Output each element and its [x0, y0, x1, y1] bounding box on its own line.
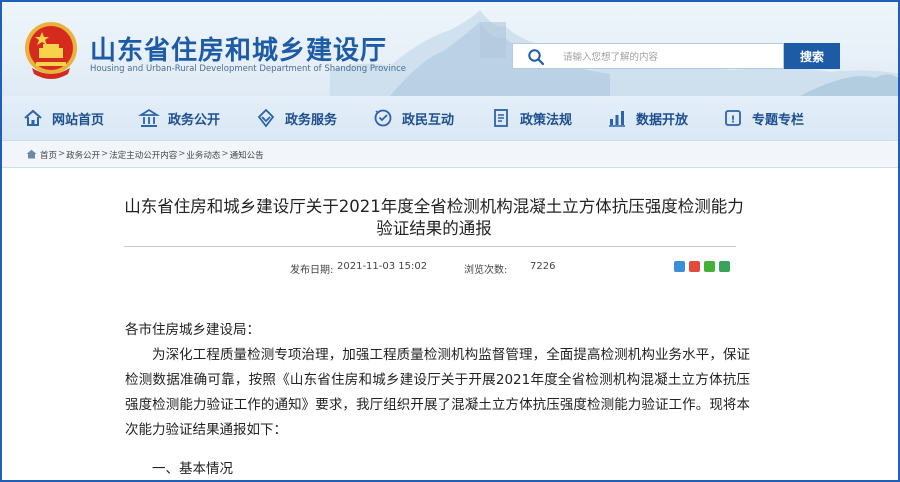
nav-label: 政民互动: [402, 112, 455, 128]
section-heading: 一、基本情况: [152, 461, 233, 477]
share-buttons: [674, 261, 730, 272]
nav-item-policies-regulations[interactable]: 政策法规: [490, 106, 572, 130]
nav-item-open-data[interactable]: 数据开放: [606, 106, 688, 130]
breadcrumb-item[interactable]: 法定主动公开内容: [109, 149, 177, 161]
article-paragraph: 为深化工程质量检测专项治理，加强工程质量检测机构监督管理，全面提高检测机构业务水…: [125, 347, 750, 438]
publish-date: 2021-11-03 15:02: [337, 261, 428, 272]
nav-item-home[interactable]: 网站首页: [22, 106, 104, 130]
search-box: [512, 43, 784, 69]
interaction-icon: [374, 109, 392, 127]
site-title[interactable]: 山东省住房和城乡建设厅: [90, 30, 387, 67]
nav-item-public-interaction[interactable]: 政民互动: [372, 106, 454, 130]
breadcrumb-separator: >: [101, 149, 109, 159]
nav-item-special-topics[interactable]: ! 专题专栏: [722, 106, 804, 130]
publish-date-label: 发布日期:: [290, 265, 334, 276]
nav-item-government-affairs[interactable]: 政务公开: [138, 106, 220, 130]
article-title: 山东省住房和城乡建设厅关于2021年度全省检测机构混凝土立方体抗压强度检测能力验…: [124, 197, 744, 238]
share-wechat-icon[interactable]: [704, 261, 715, 272]
breadcrumb-item[interactable]: 政务公开: [66, 149, 100, 161]
nav-label: 政策法规: [520, 112, 573, 128]
breadcrumb-separator: >: [221, 149, 229, 159]
title-divider: [124, 246, 736, 247]
service-icon: [257, 108, 275, 128]
share-weibo-icon[interactable]: [689, 261, 700, 272]
article-salutation: 各市住房城乡建设局：: [125, 322, 260, 338]
main-nav: 网站首页 政务公开 政务服务 政民互动 政策法规 数据开放 ! 专题专栏: [0, 96, 900, 140]
views-count: 7226: [530, 261, 556, 272]
breadcrumb: 首页 > 政务公开 > 法定主动公开内容 > 业务动态 > 通知公告: [0, 140, 900, 168]
nav-label: 网站首页: [52, 112, 105, 128]
topic-icon: !: [725, 110, 741, 126]
policy-icon: [494, 109, 508, 127]
svg-text:!: !: [731, 115, 736, 126]
site-subtitle: Housing and Urban-Rural Development Depa…: [90, 64, 406, 74]
nav-label: 专题专栏: [752, 112, 805, 128]
breadcrumb-separator: >: [58, 149, 66, 159]
share-qzone-icon[interactable]: [674, 261, 685, 272]
nav-label: 政务服务: [285, 112, 338, 128]
breadcrumb-item[interactable]: 首页: [40, 149, 57, 161]
breadcrumb-separator: >: [178, 149, 186, 159]
search-input[interactable]: [561, 47, 775, 67]
breadcrumb-home-icon: [26, 149, 37, 159]
search-button[interactable]: 搜索: [784, 43, 840, 69]
site-header: 山东省住房和城乡建设厅 Housing and Urban-Rural Deve…: [0, 0, 900, 96]
search-icon: [528, 49, 545, 66]
share-douban-icon[interactable]: [719, 261, 730, 272]
building-icon: [138, 108, 160, 127]
nav-label: 政务公开: [168, 112, 221, 128]
breadcrumb-item[interactable]: 业务动态: [186, 149, 220, 161]
national-emblem-icon: [25, 22, 77, 79]
home-icon: [24, 109, 42, 126]
nav-item-government-services[interactable]: 政务服务: [255, 106, 337, 130]
chart-icon: [609, 111, 625, 127]
breadcrumb-item[interactable]: 通知公告: [230, 149, 264, 161]
views-label: 浏览次数:: [464, 265, 508, 276]
nav-label: 数据开放: [636, 112, 689, 128]
